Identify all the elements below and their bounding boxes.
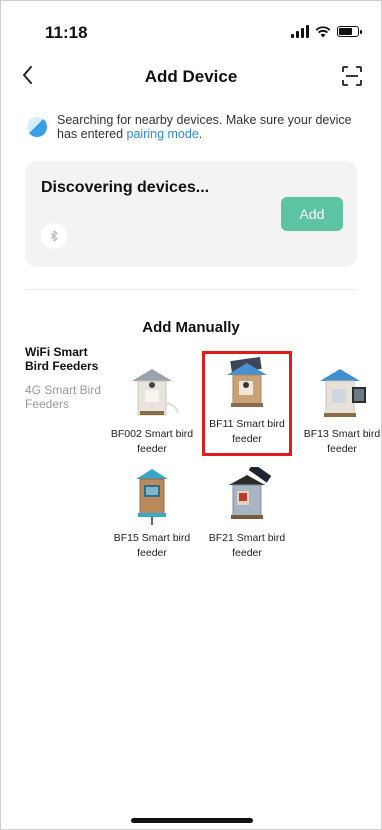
bird-feeder-bf21-image — [229, 467, 272, 519]
divider — [25, 289, 357, 290]
add-manually-title: Add Manually — [142, 319, 240, 336]
page-title: Add Device — [144, 67, 238, 86]
product-label: BF21 Smart bird feeder — [208, 532, 286, 559]
product-label: BF15 Smart bird feeder — [113, 532, 191, 559]
discovering-title: Discovering devices... — [41, 179, 210, 196]
search-hint: Searching for nearby devices. Make sure … — [27, 113, 357, 141]
home-indicator — [131, 818, 253, 823]
product-label: BF002 Smart bird feeder — [110, 428, 194, 455]
product-bf002[interactable]: BF002 Smart bird feeder — [105, 363, 199, 457]
discovering-card: Discovering devices... Add — [25, 161, 357, 267]
bird-feeder-bf15-image — [136, 469, 168, 525]
hint-message: Searching for nearby devices. Make sure … — [57, 113, 352, 141]
category-4g-smart-bird-feeders[interactable]: 4G Smart Bird Feeders — [25, 383, 105, 411]
bird-feeder-bf002-image — [132, 369, 179, 416]
status-time: 11:18 — [45, 23, 88, 42]
scan-icon[interactable] — [341, 65, 363, 87]
battery-icon — [337, 26, 362, 37]
highlight-box — [202, 351, 292, 456]
status-icons — [291, 25, 362, 38]
pairing-mode-link[interactable]: pairing mode — [127, 127, 199, 141]
product-bf15[interactable]: BF15 Smart bird feeder — [105, 467, 199, 561]
product-bf13[interactable]: BF13 Smart bird feeder — [295, 363, 382, 457]
bird-feeder-bf13-image — [320, 369, 366, 417]
nav-bar: Add Device — [1, 61, 381, 93]
hint-end: . — [198, 127, 203, 141]
product-bf21[interactable]: BF21 Smart bird feeder — [200, 467, 294, 561]
app-screen: 11:18 Add Device Searching for nearby de… — [0, 0, 382, 830]
searching-icon — [27, 117, 47, 137]
cellular-signal-icon — [291, 25, 309, 38]
wifi-icon — [315, 25, 331, 37]
hint-text: Searching for nearby devices. Make sure … — [57, 113, 357, 141]
status-bar: 11:18 — [1, 1, 381, 65]
product-label: BF13 Smart bird feeder — [303, 428, 381, 455]
bluetooth-icon — [41, 223, 67, 249]
add-button[interactable]: Add — [281, 197, 343, 231]
category-wifi-smart-bird-feeders[interactable]: WiFi Smart Bird Feeders — [25, 345, 105, 373]
category-list: WiFi Smart Bird Feeders 4G Smart Bird Fe… — [25, 345, 105, 421]
